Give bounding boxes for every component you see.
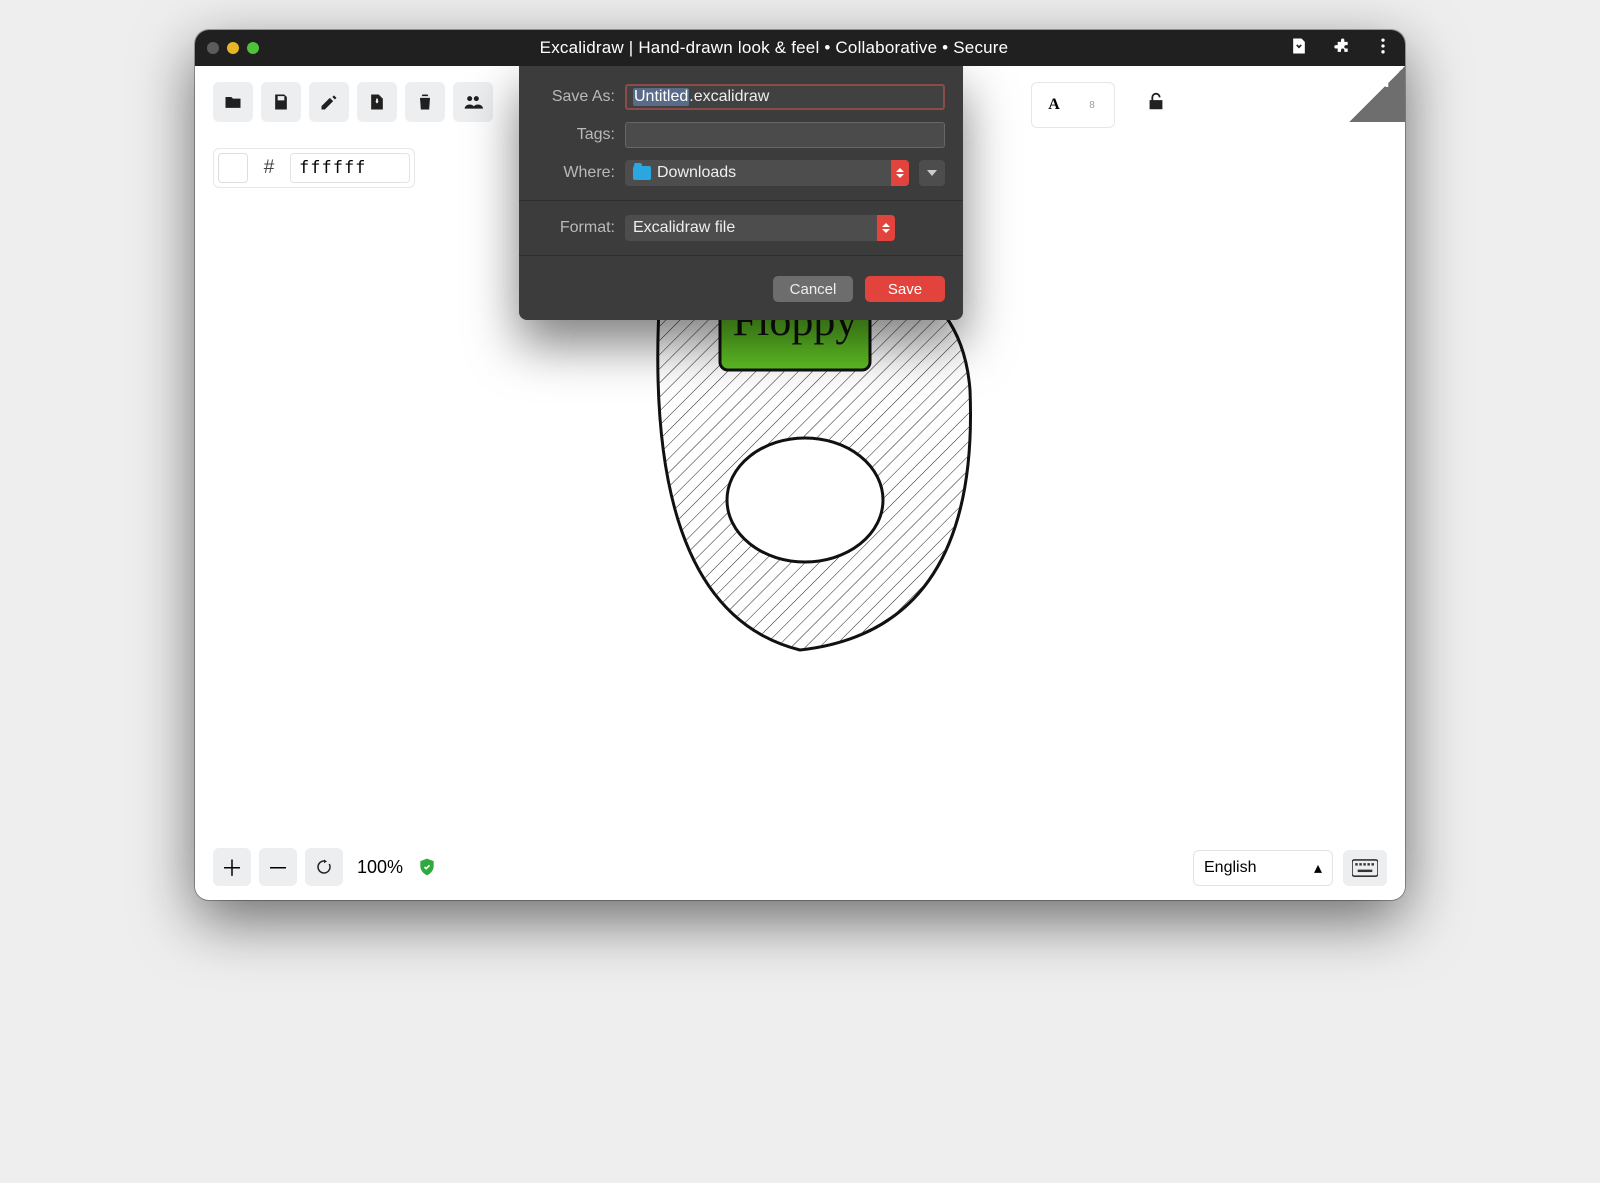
language-label: English [1204,859,1256,877]
save-as-filename-selected: Untitled [633,88,689,106]
text-tool[interactable]: A [1036,87,1072,123]
save-as-filename-suffix: .excalidraw [689,88,769,106]
save-as-button[interactable] [309,82,349,122]
hash-symbol: # [254,153,284,183]
app-content: Floppy A 8 # ＋ [195,66,1405,900]
shield-icon [417,857,437,877]
text-tool-key: 8 [1074,87,1110,123]
open-button[interactable] [213,82,253,122]
lock-icon[interactable] [1145,90,1167,112]
save-dialog: Save As: Untitled.excalidraw Tags: Where… [519,66,963,320]
zoom-out-button[interactable]: － [259,848,297,886]
window-close-button[interactable] [207,42,219,54]
zoom-reset-button[interactable] [305,848,343,886]
expand-button[interactable] [919,160,945,186]
save-confirm-button[interactable]: Save [865,276,945,302]
where-value: Downloads [657,164,736,182]
format-value: Excalidraw file [633,219,735,237]
keyboard-shortcuts-button[interactable] [1343,850,1387,886]
stepper-icon [877,215,895,241]
tool-strip: A 8 [1031,82,1115,128]
chevron-up-icon: ▴ [1314,858,1322,878]
window-zoom-button[interactable] [247,42,259,54]
format-label: Format: [537,219,615,237]
file-toolbar [213,82,493,122]
tags-input[interactable] [625,122,945,148]
zoom-in-button[interactable]: ＋ [213,848,251,886]
zoom-level: 100% [351,857,409,878]
format-popup[interactable]: Excalidraw file [625,215,895,241]
where-label: Where: [537,164,615,182]
delete-button[interactable] [405,82,445,122]
hex-input[interactable] [290,153,410,183]
save-button[interactable] [261,82,301,122]
stepper-icon [891,160,909,186]
folder-icon [633,166,651,180]
window-minimize-button[interactable] [227,42,239,54]
browser-menu-icon[interactable] [1373,36,1393,61]
save-as-label: Save As: [537,88,615,106]
language-select[interactable]: English ▴ [1193,850,1333,886]
export-button[interactable] [357,82,397,122]
github-corner[interactable] [1349,66,1405,122]
cancel-button[interactable]: Cancel [773,276,853,302]
window-title: Excalidraw | Hand-drawn look & feel • Co… [267,38,1281,58]
traffic-lights [207,42,259,54]
app-window: Excalidraw | Hand-drawn look & feel • Co… [195,30,1405,900]
zoom-controls: ＋ － 100% [213,848,437,886]
save-as-input[interactable]: Untitled.excalidraw [625,84,945,110]
extensions-icon[interactable] [1331,36,1351,61]
background-color-picker: # [213,148,415,188]
where-popup[interactable]: Downloads [625,160,909,186]
tags-label: Tags: [537,126,615,144]
color-swatch[interactable] [218,153,248,183]
bottom-right-controls: English ▴ [1193,850,1387,886]
collaborate-button[interactable] [453,82,493,122]
titlebar: Excalidraw | Hand-drawn look & feel • Co… [195,30,1405,66]
install-app-icon[interactable] [1289,36,1309,61]
